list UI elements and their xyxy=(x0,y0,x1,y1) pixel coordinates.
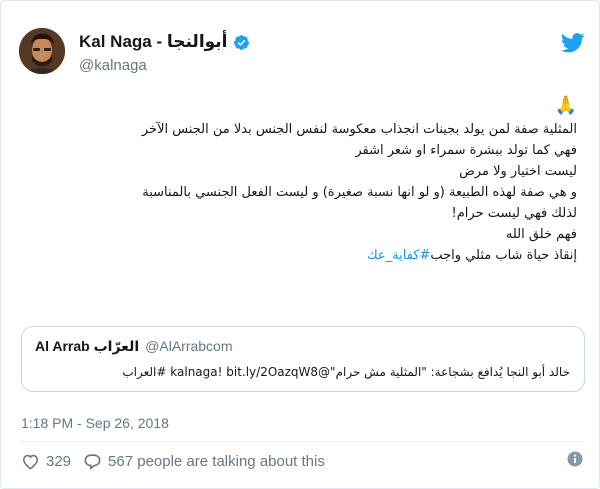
divider xyxy=(21,441,585,442)
tweet-timestamp[interactable]: 1:18 PM - Sep 26, 2018 xyxy=(21,415,169,431)
like-button[interactable]: 329 xyxy=(21,452,71,471)
tweet-actions: 329 567 people are talking about this xyxy=(21,450,325,472)
author-name-row[interactable]: Kal Naga - أبوالنجا xyxy=(79,32,250,52)
info-icon[interactable] xyxy=(567,451,583,467)
quoted-tweet[interactable]: Al Arrab العرّاب @AlArrabcom خالد أبو ال… xyxy=(21,326,585,392)
tweet-text: 🙏 المثلية صفة لمن يولد بجينات انجذاب معك… xyxy=(17,95,577,266)
avatar-image xyxy=(19,28,65,74)
tweet-line-text: إنقاذ حياة شاب مثلي واجب xyxy=(430,248,577,263)
quoted-tweet-text: خالد أبو النجا يُدافع بشجاعة: "المثلية م… xyxy=(122,365,570,379)
twitter-bird-icon[interactable] xyxy=(561,33,585,53)
verified-badge-icon xyxy=(233,34,249,50)
avatar[interactable] xyxy=(19,28,65,74)
quoted-author-handle: @AlArrabcom xyxy=(145,338,233,354)
tweet-line-with-hashtag: إنقاذ حياة شاب مثلي واجب#كفاية_عك xyxy=(17,245,577,266)
heart-icon xyxy=(22,454,39,470)
like-count: 329 xyxy=(46,452,72,470)
tweet-line: فهي كما تولد ببشرة سمراء او شعر اشقر xyxy=(355,143,577,158)
tweet-line: فهم خلق الله xyxy=(505,227,577,242)
hashtag-link[interactable]: #كفاية_عك xyxy=(367,248,430,263)
author-display-name[interactable]: Kal Naga - أبوالنجا xyxy=(79,32,228,52)
speech-bubble-icon xyxy=(84,453,101,470)
tweet-line: و هي صفة لهذه الطبيعة (و لو انها نسبة صغ… xyxy=(142,185,577,200)
tweet-line: المثلية صفة لمن يولد بجينات انجذاب معكوس… xyxy=(141,122,577,137)
tweet-card: Kal Naga - أبوالنجا @kalnaga 🙏 المثلية ص… xyxy=(0,0,600,489)
tweet-line: ليست اختيار ولا مرض xyxy=(459,164,577,179)
quoted-author-name: Al Arrab العرّاب xyxy=(35,338,140,354)
conversation-label: 567 people are talking about this xyxy=(108,452,325,470)
quoted-tweet-header: Al Arrab العرّاب @AlArrabcom xyxy=(35,338,233,355)
reply-button[interactable]: 567 people are talking about this xyxy=(83,452,325,471)
author-handle[interactable]: @kalnaga xyxy=(79,57,147,74)
tweet-line: لذلك فهي ليست حرام! xyxy=(451,206,577,221)
folded-hands-emoji: 🙏 xyxy=(554,95,577,116)
